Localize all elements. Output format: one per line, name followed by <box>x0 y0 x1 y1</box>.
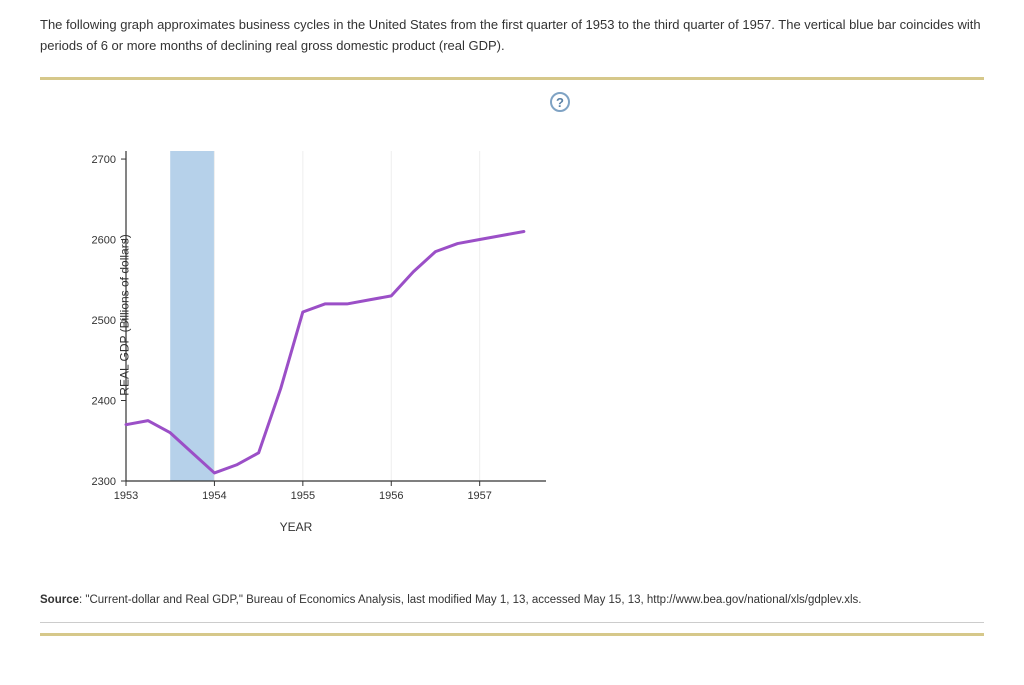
source-prefix: Source <box>40 594 79 606</box>
help-icon[interactable]: ? <box>550 92 570 112</box>
svg-text:2400: 2400 <box>92 395 116 407</box>
source-text: : "Current-dollar and Real GDP," Bureau … <box>79 594 861 606</box>
y-axis-label: REAL GDP (Billions of dollars) <box>118 234 132 395</box>
divider-thin-bottom <box>40 622 984 623</box>
chart-plot: 2300 2400 2500 2600 2700 1953 1954 1955 1956 1957 <box>56 96 576 516</box>
svg-text:1957: 1957 <box>467 490 491 502</box>
svg-text:2300: 2300 <box>92 476 116 488</box>
divider-gold-bottom <box>40 633 984 636</box>
svg-text:2700: 2700 <box>92 154 116 166</box>
svg-text:1954: 1954 <box>202 490 226 502</box>
intro-paragraph: The following graph approximates busines… <box>40 15 984 57</box>
svg-text:2500: 2500 <box>92 315 116 327</box>
x-axis-label: YEAR <box>116 520 476 534</box>
svg-text:1953: 1953 <box>114 490 138 502</box>
svg-text:1955: 1955 <box>291 490 315 502</box>
chart-container: ? REAL GDP (Billions of dollars) 2300 240… <box>40 80 592 550</box>
svg-text:1956: 1956 <box>379 490 403 502</box>
svg-text:2600: 2600 <box>92 234 116 246</box>
source-line: Source: "Current-dollar and Real GDP," B… <box>40 590 984 611</box>
